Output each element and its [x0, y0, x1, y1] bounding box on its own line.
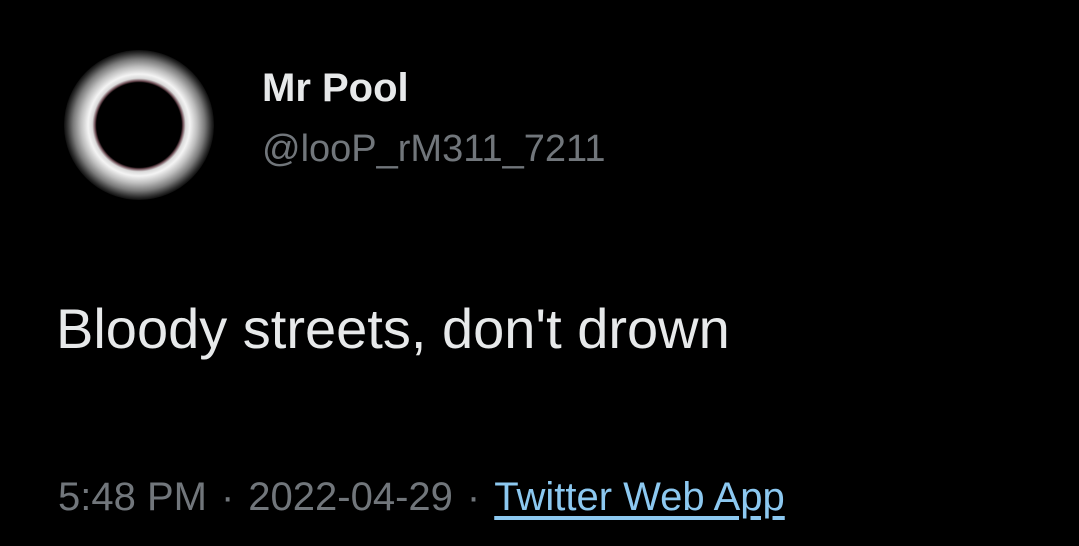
metadata-separator: ·	[466, 475, 481, 519]
tweet-text: Bloody streets, don't drown	[56, 297, 730, 360]
tweet-date[interactable]: 2022-04-29	[248, 475, 453, 519]
tweet-card: Mr Pool @looP_rM311_7211 Bloody streets,…	[0, 0, 1079, 546]
author-block: Mr Pool @looP_rM311_7211	[262, 64, 606, 172]
author-display-name[interactable]: Mr Pool	[262, 64, 606, 112]
metadata-separator: ·	[220, 475, 235, 519]
tweet-time[interactable]: 5:48 PM	[58, 475, 207, 519]
tweet-metadata: 5:48 PM · 2022-04-29 · Twitter Web App	[58, 472, 785, 522]
solar-eclipse-avatar-icon[interactable]	[64, 50, 214, 200]
author-handle[interactable]: @looP_rM311_7211	[262, 126, 606, 172]
tweet-source-link[interactable]: Twitter Web App	[494, 475, 785, 519]
